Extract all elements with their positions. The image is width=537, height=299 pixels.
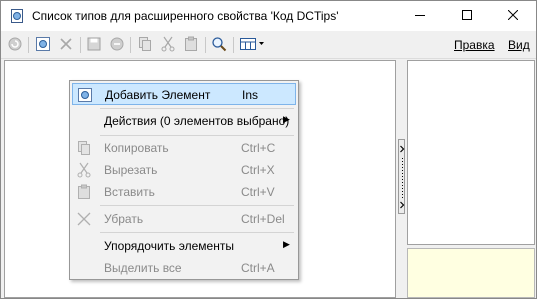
- menu-separator: [100, 232, 294, 233]
- menu-item-shortcut: Ctrl+X: [241, 163, 275, 177]
- delete-button[interactable]: [56, 35, 76, 55]
- refresh-icon: [7, 36, 23, 55]
- menu-item-label: Убрать: [104, 212, 144, 226]
- menu-item-label: Вырезать: [104, 163, 158, 177]
- toolbar-separator: [28, 37, 29, 53]
- maximize-button[interactable]: [444, 1, 490, 31]
- add-element-button[interactable]: [33, 35, 53, 55]
- menu-item-copy[interactable]: Копировать Ctrl+C: [72, 137, 296, 159]
- title-bar[interactable]: Список типов для расширенного свойства '…: [1, 1, 536, 31]
- add-element-icon: [76, 86, 94, 104]
- save-icon: [86, 36, 102, 55]
- minimize-button[interactable]: [397, 1, 443, 31]
- menu-item-sort[interactable]: Упорядочить элементы ▶: [72, 235, 296, 257]
- menu-item-actions[interactable]: Действия (0 элементов выбрано) ▶: [72, 110, 296, 132]
- view-dropdown-button[interactable]: [238, 35, 266, 55]
- menu-item-add-element[interactable]: Добавить Элемент Ins: [72, 83, 296, 105]
- main-window: Список типов для расширенного свойства '…: [0, 0, 537, 299]
- add-element-icon: [35, 36, 51, 55]
- save-button[interactable]: [84, 35, 104, 55]
- menu-separator: [100, 108, 294, 109]
- paste-icon: [183, 36, 199, 55]
- toolbar: Правка Вид: [1, 31, 536, 59]
- context-menu: Добавить Элемент Ins Действия (0 элемент…: [69, 80, 299, 280]
- menu-separator: [100, 135, 294, 136]
- copy-button[interactable]: [135, 35, 155, 55]
- delete-icon: [58, 36, 74, 55]
- cut-icon: [75, 161, 93, 179]
- app-icon: [9, 8, 25, 24]
- maximize-icon: [462, 9, 472, 23]
- menu-item-shortcut: Ctrl+A: [241, 261, 275, 275]
- paste-button[interactable]: [181, 35, 201, 55]
- menu-item-label: Действия (0 элементов выбрано): [104, 114, 290, 128]
- toolbar-separator: [233, 37, 234, 53]
- menu-item-label: Выделить все: [104, 261, 182, 275]
- splitter-handle[interactable]: [398, 139, 405, 214]
- search-icon: [211, 36, 227, 55]
- minimize-icon: [415, 9, 425, 23]
- cut-icon: [160, 36, 176, 55]
- menu-item-paste[interactable]: Вставить Ctrl+V: [72, 181, 296, 203]
- toolbar-separator: [80, 37, 81, 53]
- menu-edit[interactable]: Правка: [454, 38, 495, 52]
- toolbar-separator: [130, 37, 131, 53]
- refresh-button[interactable]: [5, 35, 25, 55]
- menu-item-label: Вставить: [104, 185, 155, 199]
- toolbar-separator: [205, 37, 206, 53]
- cancel-button[interactable]: [107, 35, 127, 55]
- menu-item-shortcut: Ins: [242, 88, 259, 102]
- menu-item-remove[interactable]: Убрать Ctrl+Del: [72, 208, 296, 230]
- menu-item-cut[interactable]: Вырезать Ctrl+X: [72, 159, 296, 181]
- close-button[interactable]: [490, 1, 536, 31]
- cut-button[interactable]: [158, 35, 178, 55]
- copy-icon: [137, 36, 153, 55]
- menu-separator: [100, 205, 294, 206]
- info-pane: [407, 248, 535, 298]
- paste-icon: [75, 183, 93, 201]
- menu-item-shortcut: Ctrl+V: [241, 185, 275, 199]
- window-title: Список типов для расширенного свойства '…: [32, 9, 339, 23]
- cancel-icon: [109, 36, 125, 55]
- view-icon: [239, 36, 265, 55]
- menu-item-select-all[interactable]: Выделить все Ctrl+A: [72, 257, 296, 279]
- close-icon: [507, 9, 519, 23]
- menu-item-shortcut: Ctrl+C: [241, 141, 276, 155]
- menu-item-shortcut: Ctrl+Del: [241, 212, 285, 226]
- detail-pane[interactable]: [407, 60, 535, 245]
- menu-item-label: Упорядочить элементы: [104, 239, 234, 253]
- menu-item-label: Копировать: [104, 141, 169, 155]
- remove-icon: [75, 210, 93, 228]
- copy-icon: [75, 139, 93, 157]
- menu-item-label: Добавить Элемент: [105, 88, 211, 102]
- submenu-arrow-icon: ▶: [283, 114, 290, 124]
- search-button[interactable]: [209, 35, 229, 55]
- submenu-arrow-icon: ▶: [283, 239, 290, 249]
- menu-view[interactable]: Вид: [508, 38, 530, 52]
